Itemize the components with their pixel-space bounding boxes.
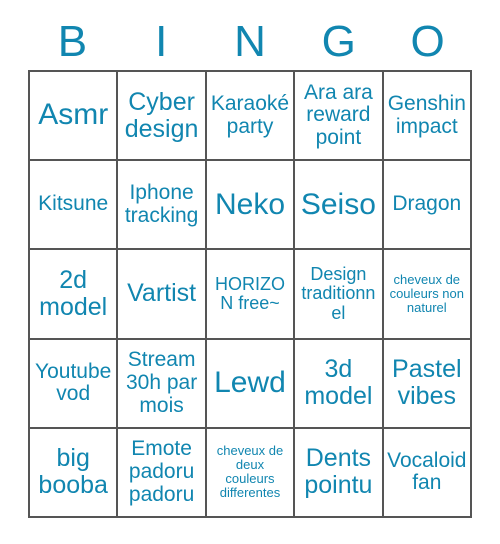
bingo-cell-r4c4[interactable]: 3d model xyxy=(295,339,384,429)
bingo-cell-r2c4[interactable]: Seiso xyxy=(295,161,384,251)
header-letter-b: B xyxy=(57,17,88,66)
bingo-cell-r1c5[interactable]: Genshin impact xyxy=(383,72,472,162)
bingo-cell-r3c2[interactable]: Vartist xyxy=(118,250,207,340)
header-letter-n: N xyxy=(234,17,266,66)
bingo-cell-r5c2[interactable]: Emote padoru padoru xyxy=(118,428,207,518)
bingo-cell-label: Cyber design xyxy=(124,87,199,143)
bingo-cell-r4c1[interactable]: Youtube vod xyxy=(30,339,119,429)
bingo-cell-label: Neko xyxy=(214,187,286,221)
bingo-cell-r1c4[interactable]: Ara ara reward point xyxy=(295,72,384,162)
bingo-cell-r5c3[interactable]: cheveux de deux couleurs differentes xyxy=(206,428,296,518)
bingo-cell-label: Karaoké party xyxy=(210,91,290,138)
bingo-cell-label: Youtube vod xyxy=(35,359,112,406)
bingo-grid: Asmr Cyber design Karaoké party Ara ara rew… xyxy=(28,70,472,518)
bingo-cell-label: big booba xyxy=(38,444,108,500)
bingo-cell-r2c5[interactable]: Dragon xyxy=(383,161,472,251)
bingo-cell-label: Kitsune xyxy=(38,192,109,216)
header-letter-i: I xyxy=(155,17,168,66)
bingo-cell-r2c3[interactable]: Neko xyxy=(206,161,296,251)
bingo-card: B I N G O Asmr Cyber design Karaoké party A… xyxy=(0,0,500,544)
header-letter-o: O xyxy=(410,17,445,66)
bingo-cell-label: cheveux de deux couleurs differentes xyxy=(216,443,284,501)
bingo-cell-label: Emote padoru padoru xyxy=(128,437,195,506)
header-letter-g: G xyxy=(321,17,356,66)
bingo-cell-r4c5[interactable]: Pastel vibes xyxy=(383,339,472,429)
bingo-cell-label: cheveux de couleurs non naturel xyxy=(389,271,465,315)
bingo-cell-label: Genshin impact xyxy=(387,91,466,138)
bingo-cell-label: Vartist xyxy=(127,279,197,308)
bingo-cell-label: Dents pointu xyxy=(304,444,373,500)
bingo-cell-label: Dragon xyxy=(392,192,462,216)
bingo-cell-label: 3d model xyxy=(304,355,373,411)
bingo-cell-r4c2[interactable]: Stream 30h par mois xyxy=(118,339,207,429)
bingo-cell-r3c4[interactable]: Design traditionnel xyxy=(295,250,384,340)
bingo-cell-r5c4[interactable]: Dents pointu xyxy=(295,428,384,518)
bingo-cell-r1c3[interactable]: Karaoké party xyxy=(206,72,296,162)
bingo-cell-r5c5[interactable]: Vocaloid fan xyxy=(383,428,472,518)
bingo-cell-r3c1[interactable]: 2d model xyxy=(30,250,119,340)
bingo-cell-r1c1[interactable]: Asmr xyxy=(30,72,119,162)
bingo-cell-r1c2[interactable]: Cyber design xyxy=(118,72,207,162)
bingo-cell-label: Pastel vibes xyxy=(392,355,462,411)
bingo-cell-r2c1[interactable]: Kitsune xyxy=(30,161,119,251)
bingo-cell-label: HORIZON free~ xyxy=(214,273,285,313)
bingo-cell-label: Asmr xyxy=(38,98,109,132)
bingo-cell-label: 2d model xyxy=(39,265,108,321)
bingo-cell-label: Seiso xyxy=(300,187,376,221)
bingo-cell-label: Ara ara reward point xyxy=(303,80,373,149)
bingo-cell-r3c5[interactable]: cheveux de couleurs non naturel xyxy=(383,250,472,340)
bingo-cell-r5c1[interactable]: big booba xyxy=(30,428,119,518)
bingo-cell-label: Stream 30h par mois xyxy=(125,348,198,417)
bingo-cell-label: Design traditionnel xyxy=(301,263,376,323)
bingo-cell-label: Lewd xyxy=(214,366,286,399)
bingo-cell-r4c3[interactable]: Lewd xyxy=(206,339,296,429)
bingo-cell-r3c3[interactable]: HORIZON free~ xyxy=(206,250,296,340)
bingo-header: B I N G O xyxy=(28,14,472,70)
bingo-cell-r2c2[interactable]: Iphone tracking xyxy=(118,161,207,251)
bingo-cell-label: Iphone tracking xyxy=(124,181,199,227)
bingo-cell-label: Vocaloid fan xyxy=(387,448,467,495)
